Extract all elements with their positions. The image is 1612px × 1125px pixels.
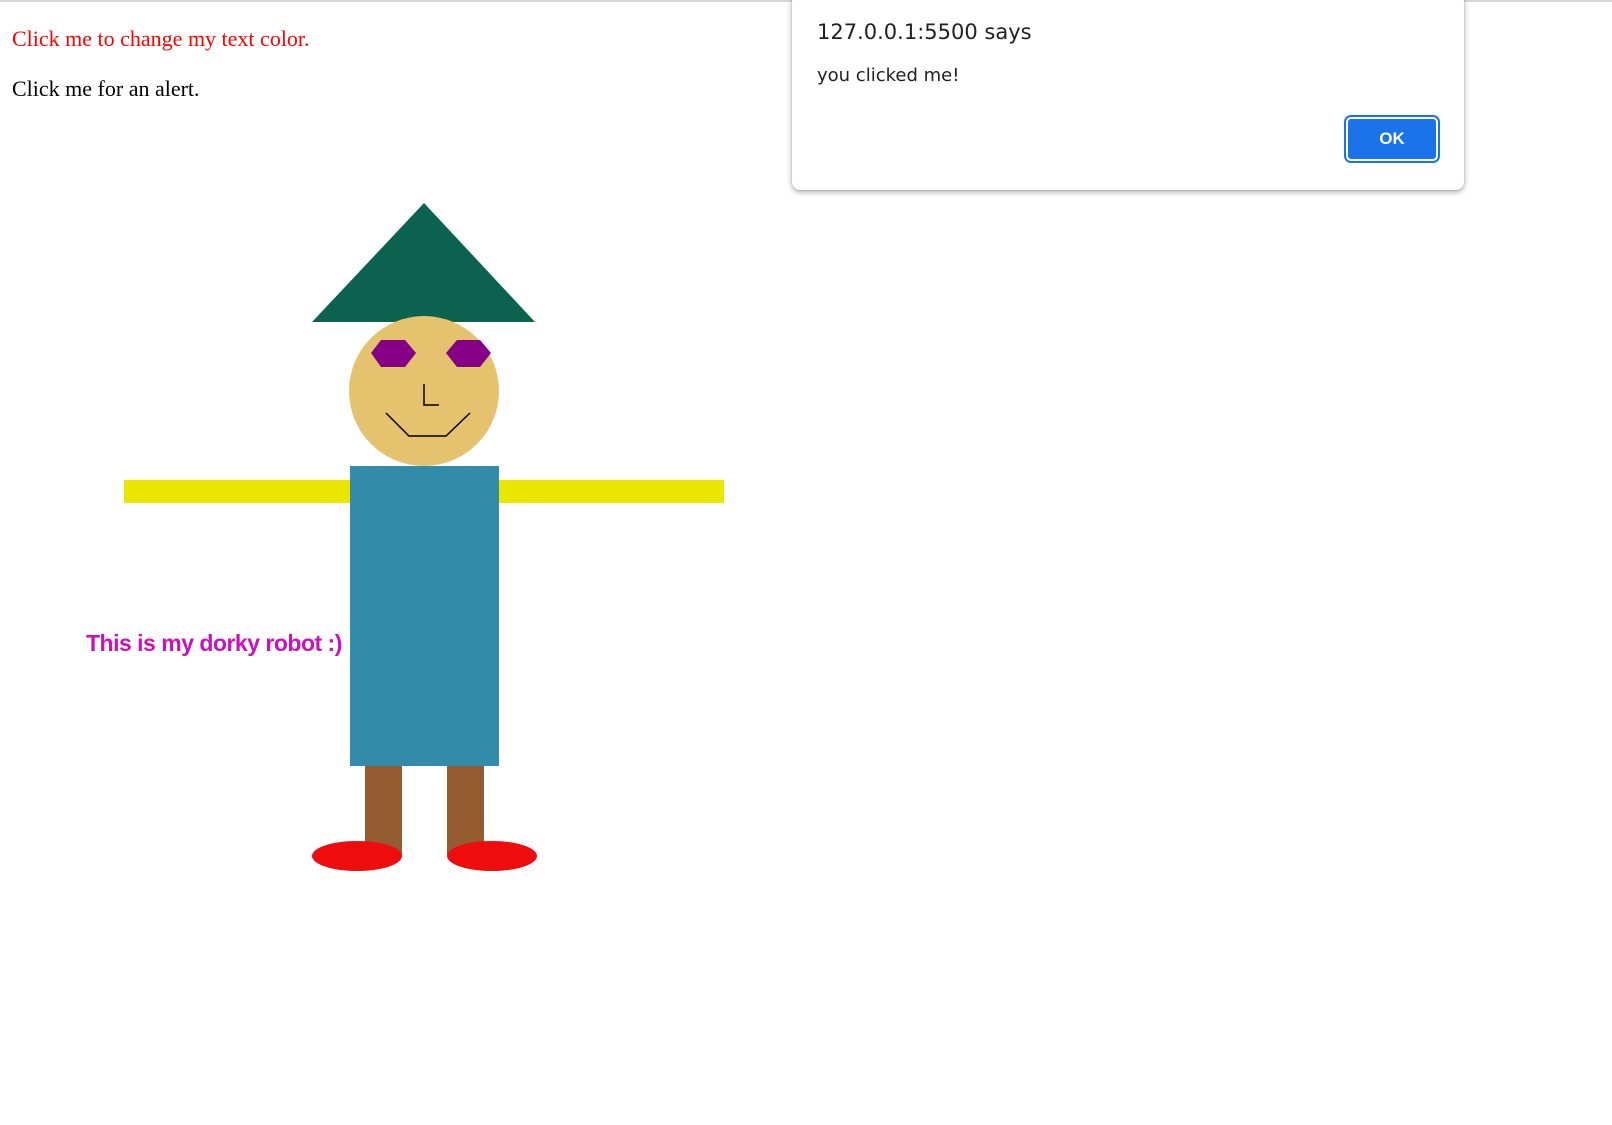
alert-dialog: 127.0.0.1:5500 says you clicked me! OK <box>792 0 1464 190</box>
robot-caption: This is my dorky robot :) <box>86 630 342 656</box>
robot-right-leg <box>447 766 484 855</box>
robot-hat <box>312 203 535 322</box>
robot-left-arm <box>124 480 350 503</box>
robot-left-leg <box>365 766 402 855</box>
robot-body <box>350 466 499 766</box>
robot-left-foot <box>312 841 402 871</box>
robot-drawing <box>124 203 724 871</box>
robot-right-arm <box>498 480 724 503</box>
dialog-message: you clicked me! <box>817 65 960 86</box>
dialog-title: 127.0.0.1:5500 says <box>817 20 1032 44</box>
ok-button[interactable]: OK <box>1344 115 1440 163</box>
robot-right-foot <box>447 841 537 871</box>
